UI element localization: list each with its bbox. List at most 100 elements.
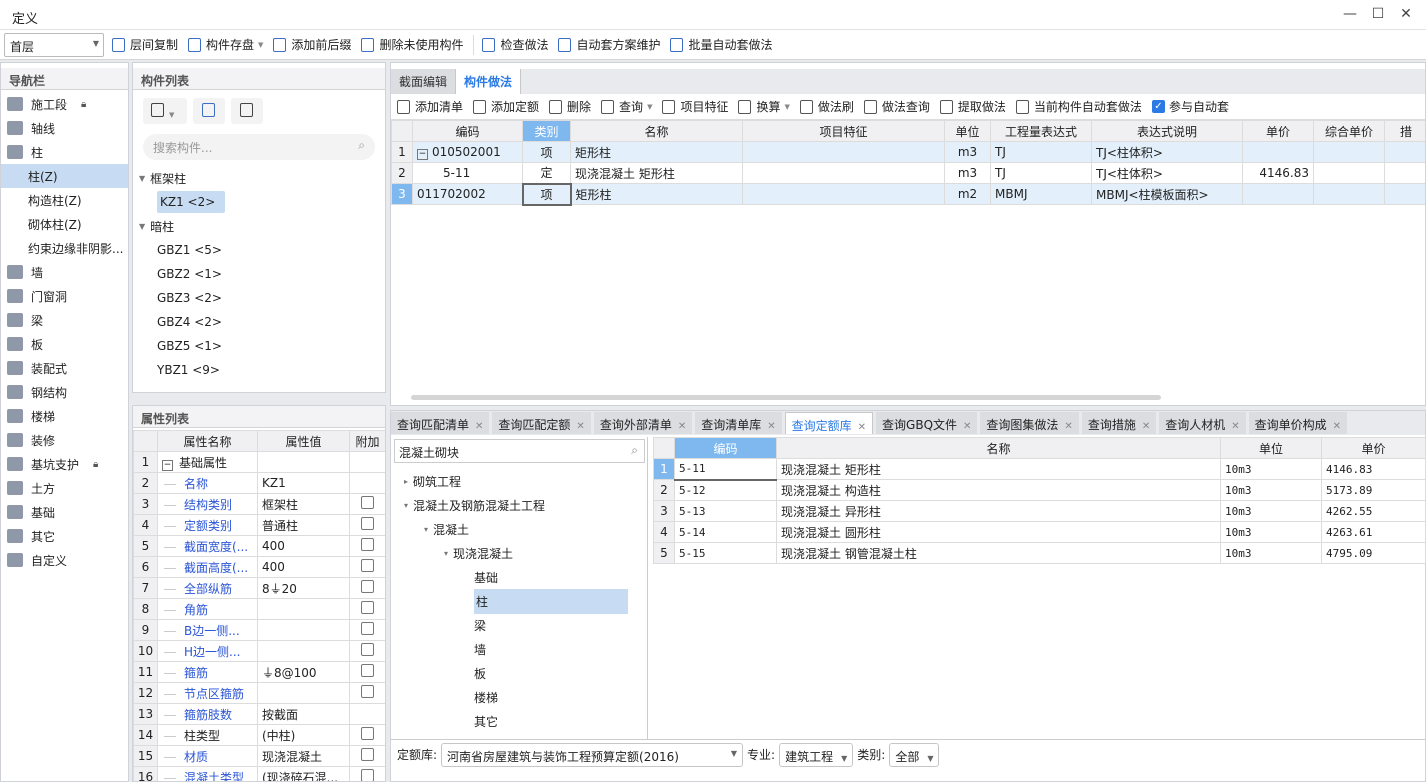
- nav-item[interactable]: 柱(Z): [1, 164, 128, 188]
- nav-item[interactable]: 土方: [1, 476, 128, 500]
- query-tab-1[interactable]: 查询匹配定额 ✕: [492, 412, 591, 434]
- quota-row[interactable]: 5 5-15 现浇混凝土 钢管混凝土柱 10m3 4795.09: [653, 542, 1426, 564]
- property-name[interactable]: 定额类别: [157, 514, 258, 536]
- cell-expr[interactable]: MBMJ: [990, 183, 1092, 205]
- tree-node[interactable]: 板: [392, 661, 647, 685]
- cell-desc[interactable]: MBMJ<柱模板面积>: [1091, 183, 1243, 205]
- cell-unit[interactable]: 10m3: [1220, 521, 1322, 543]
- property-value[interactable]: [257, 598, 350, 620]
- tree-node[interactable]: 柱: [392, 588, 647, 614]
- property-value[interactable]: (中柱): [257, 724, 350, 746]
- method-toolbar-button-1[interactable]: 添加定额: [473, 98, 539, 115]
- col-header[interactable]: 表达式说明: [1091, 120, 1243, 142]
- nav-item[interactable]: 其它: [1, 524, 128, 548]
- property-name[interactable]: 截面高度(...: [157, 556, 258, 578]
- nav-item[interactable]: 轴线: [1, 116, 128, 140]
- cell-price[interactable]: 4795.09: [1321, 542, 1426, 564]
- nav-item[interactable]: 门窗洞: [1, 284, 128, 308]
- method-toolbar-button-6[interactable]: 做法刷: [799, 98, 854, 115]
- extra-checkbox[interactable]: [361, 622, 374, 635]
- close-icon[interactable]: ✕: [858, 422, 866, 433]
- close-icon[interactable]: ✕: [1333, 421, 1341, 432]
- close-icon[interactable]: ✕: [963, 421, 971, 432]
- close-icon[interactable]: ✕: [1142, 421, 1150, 432]
- property-value[interactable]: 现浇混凝土: [257, 745, 350, 767]
- cell-price[interactable]: 4262.55: [1321, 500, 1426, 522]
- tab-0[interactable]: 截面编辑: [391, 69, 457, 94]
- method-row[interactable]: 3 011702002 项 矩形柱 m2 MBMJ MBMJ<柱模板面积>: [391, 182, 1425, 206]
- col-header[interactable]: 单价: [1242, 120, 1314, 142]
- cell-code[interactable]: 011702002: [412, 183, 523, 205]
- method-toolbar-button-9[interactable]: 当前构件自动套做法: [1015, 98, 1142, 115]
- property-name[interactable]: 柱类型: [157, 724, 258, 746]
- cell-price[interactable]: 4146.83: [1321, 458, 1426, 480]
- component-item[interactable]: GBZ1 <5>: [133, 238, 385, 262]
- tree-node[interactable]: 其它: [392, 709, 647, 733]
- cell-code[interactable]: −010502001: [412, 141, 523, 163]
- toolbar-button-6[interactable]: 批量自动套做法: [670, 36, 773, 53]
- extra-checkbox[interactable]: [361, 496, 374, 509]
- query-tab-0[interactable]: 查询匹配清单 ✕: [391, 412, 490, 434]
- component-group[interactable]: ▼ 框架柱: [133, 166, 385, 190]
- horizontal-scrollbar[interactable]: [411, 395, 1161, 400]
- nav-item[interactable]: 板: [1, 332, 128, 356]
- maximize-button[interactable]: ☐: [1368, 6, 1388, 22]
- extra-checkbox[interactable]: [361, 538, 374, 551]
- toolbar-button-5[interactable]: 自动套方案维护: [558, 36, 660, 53]
- cell-name[interactable]: 矩形柱: [570, 183, 743, 205]
- col-header[interactable]: 名称: [776, 437, 1221, 459]
- col-header[interactable]: 单位: [1220, 437, 1322, 459]
- extra-checkbox[interactable]: [361, 727, 374, 740]
- cell-unit[interactable]: m3: [944, 162, 991, 184]
- col-header[interactable]: 编码: [412, 120, 523, 142]
- method-toolbar-button-4[interactable]: 项目特征: [662, 98, 728, 115]
- cell-type[interactable]: 定: [522, 162, 571, 184]
- component-item[interactable]: GBZ2 <1>: [133, 262, 385, 286]
- query-tab-5[interactable]: 查询GBQ文件 ✕: [876, 412, 978, 434]
- nav-item[interactable]: 构造柱(Z): [1, 188, 128, 212]
- tree-node[interactable]: ▾ 现浇混凝土: [392, 541, 647, 565]
- method-toolbar-button-8[interactable]: 提取做法: [939, 98, 1006, 115]
- query-tab-2[interactable]: 查询外部清单 ✕: [593, 412, 693, 434]
- property-name[interactable]: 截面宽度(...: [157, 535, 258, 557]
- tree-node[interactable]: 楼梯: [392, 685, 647, 709]
- quota-row[interactable]: 2 5-12 现浇混凝土 构造柱 10m3 5173.89: [653, 479, 1426, 501]
- tree-node[interactable]: ▾ 混凝土: [392, 517, 647, 541]
- query-tab-7[interactable]: 查询措施 ✕: [1081, 412, 1157, 434]
- cell-code[interactable]: 5-13: [674, 500, 777, 522]
- quota-row[interactable]: 1 5-11 现浇混凝土 矩形柱 10m3 4146.83: [653, 458, 1426, 481]
- cell-unit[interactable]: m2: [944, 183, 991, 205]
- property-value[interactable]: [257, 451, 350, 473]
- cell-price[interactable]: 5173.89: [1321, 479, 1426, 501]
- col-header[interactable]: 综合单价: [1313, 120, 1385, 142]
- auto-apply-checkbox[interactable]: ✓ 参与自动套: [1151, 98, 1229, 115]
- component-item[interactable]: GBZ3 <2>: [133, 286, 385, 310]
- component-search-input[interactable]: 搜索构件... ⌕: [143, 134, 375, 160]
- col-header[interactable]: 单价: [1321, 437, 1426, 459]
- nav-item[interactable]: 施工段 🔒︎: [1, 92, 128, 116]
- tree-node[interactable]: 梁: [392, 613, 647, 637]
- cell-price[interactable]: [1242, 183, 1314, 205]
- quota-row[interactable]: 3 5-13 现浇混凝土 异形柱 10m3 4262.55: [653, 500, 1426, 522]
- nav-item[interactable]: 砌体柱(Z): [1, 212, 128, 236]
- caret-down-icon[interactable]: ▾: [444, 549, 448, 558]
- nav-item[interactable]: 楼梯: [1, 404, 128, 428]
- component-item[interactable]: GBZ4 <2>: [133, 310, 385, 334]
- cell-name[interactable]: 现浇混凝土 矩形柱: [570, 162, 743, 184]
- extra-checkbox[interactable]: [361, 685, 374, 698]
- extra-checkbox[interactable]: [361, 601, 374, 614]
- cell-feature[interactable]: [742, 162, 945, 184]
- component-item[interactable]: YBZ1 <9>: [133, 358, 385, 376]
- cell-desc[interactable]: TJ<柱体积>: [1091, 141, 1243, 163]
- component-group[interactable]: ▼ 暗柱: [133, 214, 385, 238]
- component-item[interactable]: GBZ5 <1>: [133, 334, 385, 358]
- extra-checkbox[interactable]: [361, 580, 374, 593]
- toolbar-button-3[interactable]: 删除未使用构件: [361, 36, 463, 53]
- extra-checkbox[interactable]: [361, 664, 374, 677]
- nav-item[interactable]: 基坑支护 🔒︎: [1, 452, 128, 476]
- tree-node[interactable]: ▾ 混凝土及钢筋混凝土工程: [392, 493, 647, 517]
- close-icon[interactable]: ✕: [767, 421, 775, 432]
- col-header[interactable]: 编码: [674, 437, 777, 459]
- query-tab-9[interactable]: 查询单价构成 ✕: [1248, 412, 1348, 434]
- extra-checkbox[interactable]: [361, 559, 374, 572]
